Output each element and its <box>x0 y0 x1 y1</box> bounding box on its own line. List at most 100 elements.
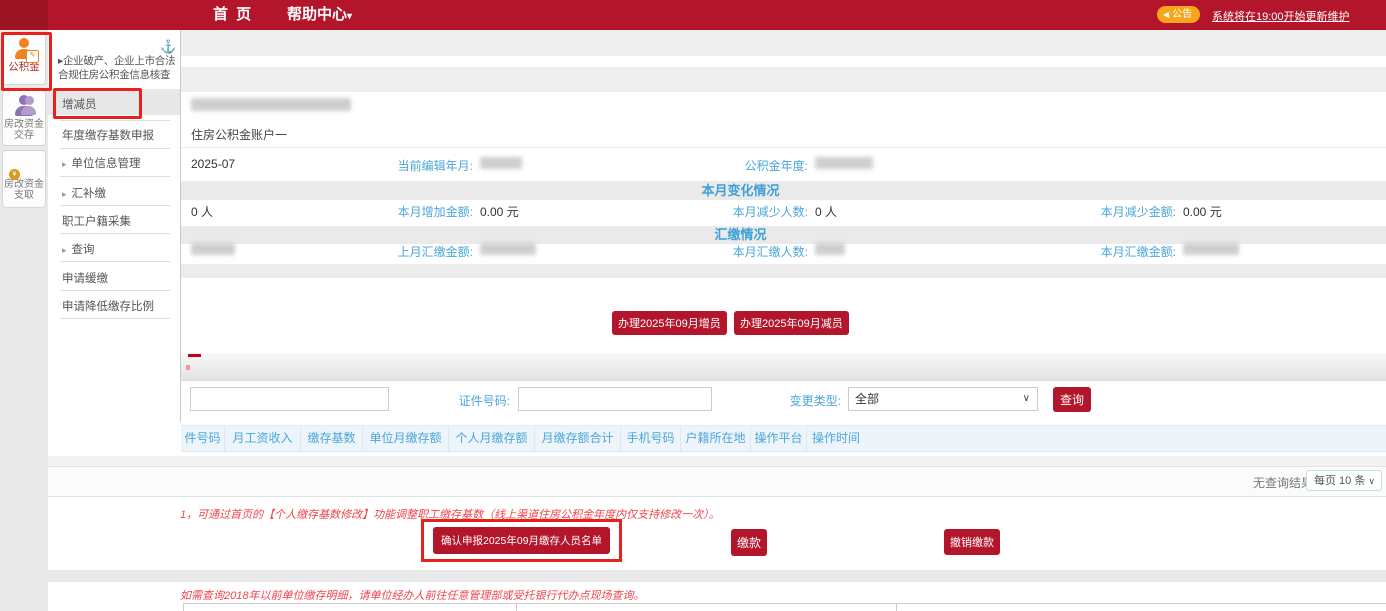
submenu-arrow-icon: ▸ <box>62 159 67 169</box>
pay-button[interactable]: 缴款 <box>731 529 767 556</box>
rail-item-label: 支取 <box>3 190 45 201</box>
change-type-label: 变更类型: <box>753 392 841 409</box>
month-remit-count-label: 本月汇缴人数: <box>720 243 808 260</box>
account-name-label: 住房公积金账户一 <box>191 126 287 143</box>
col-monthly-total: 月缴存额合计 <box>535 426 621 451</box>
notice-badge[interactable]: ◀公告 <box>1157 6 1200 23</box>
blurred-edit-month-value <box>480 157 522 169</box>
history-query-note: 如需查询2018年以前单位缴存明细，请单位经办人前往任意管理部或受托银行代办点现… <box>180 587 644 603</box>
page-header-band <box>0 30 1386 56</box>
section-title-band <box>0 67 1386 92</box>
col-id-number: 件号码 <box>181 426 225 451</box>
blurred-company-name <box>191 98 351 111</box>
menu-divider <box>60 176 170 177</box>
sidebar-item-defer-payment[interactable]: 申请缓缴 <box>62 270 108 286</box>
sidebar-item-query[interactable]: ▸查询 <box>62 241 95 257</box>
remove-member-button[interactable]: 办理2025年09月减员 <box>734 311 849 335</box>
coins-icon: ¥ <box>13 155 35 178</box>
rail-item-label: 交存 <box>3 130 45 141</box>
menu-divider <box>60 205 170 206</box>
remittance-section-title: 汇缴情况 <box>0 226 1386 244</box>
bottom-table-line <box>183 603 184 611</box>
app-window: 住房公积金账户一 2025-07 当前编辑年月: 公积金年度: 本月变化情况 0… <box>0 0 1386 611</box>
rail-item-label: 公积金 <box>3 62 45 73</box>
nav-home[interactable]: 首 页 <box>213 0 253 30</box>
submenu-arrow-icon: ▸ <box>62 189 67 199</box>
col-monthly-salary: 月工资收入 <box>225 426 301 451</box>
page-size-select[interactable]: 每页 10 条 ∨ <box>1306 470 1382 491</box>
change-type-value: 全部 <box>855 392 879 406</box>
col-deposit-base: 缴存基数 <box>301 426 363 451</box>
sidebar-item-zengjianyuan[interactable]: 增减员 <box>62 96 97 112</box>
bottom-table-line <box>516 603 517 611</box>
chevron-down-icon: ∨ <box>1368 471 1375 491</box>
no-results-text: 无查询结果 <box>1253 474 1313 491</box>
menu-divider <box>60 233 170 234</box>
query-button[interactable]: 查询 <box>1053 387 1091 412</box>
menu-divider <box>60 120 170 121</box>
hidden-col-value: 0 人 <box>191 203 213 220</box>
blurred-last-month-remit-value <box>480 243 536 255</box>
icon-rail: ✎ 公积金 房改资金 交存 ¥ 房改资金 支取 <box>0 30 48 611</box>
month-add-amount-label: 本月增加金额: <box>385 203 473 220</box>
cancel-pay-button[interactable]: 撤销缴款 <box>944 529 1000 555</box>
submenu-arrow-icon: ▸ <box>62 245 67 255</box>
add-member-button[interactable]: 办理2025年09月增员 <box>612 311 727 335</box>
required-mark <box>186 365 190 370</box>
rail-item-label: 房改资金 <box>3 179 45 190</box>
anchor-pin-icon[interactable]: ⚓ <box>160 39 176 55</box>
sidebar-item-household-collect[interactable]: 职工户籍采集 <box>62 213 131 229</box>
col-personal-monthly: 个人月缴存额 <box>449 426 535 451</box>
confirm-declare-button[interactable]: 确认申报2025年09月缴存人员名单 <box>433 527 610 554</box>
rail-item-fanggai-zhiqu[interactable]: ¥ 房改资金 支取 <box>2 150 46 208</box>
sidebar-item-lower-ratio[interactable]: 申请降低缴存比例 <box>62 298 154 314</box>
month-remit-amount-label: 本月汇缴金额: <box>1088 243 1176 260</box>
sidebar-item-unit-info[interactable]: ▸单位信息管理 <box>62 155 141 171</box>
flyout-menu-panel: ⚓ ▸企业破产、企业上市合法合规住房公积金信息核查 增减员 年度缴存基数申报 ▸… <box>48 30 181 422</box>
edit-month-label: 当前编辑年月: <box>385 157 473 174</box>
page-size-value: 每页 10 条 <box>1314 475 1365 487</box>
blurred-hidden-col-value <box>191 243 235 255</box>
tab-strip <box>0 353 1386 381</box>
coin-badge-icon: ¥ <box>9 169 20 180</box>
blurred-fund-year-value <box>815 157 873 169</box>
menu-divider <box>60 148 170 149</box>
last-month-remit-label: 上月汇缴金额: <box>385 243 473 260</box>
rail-item-fanggai-jiaocun[interactable]: 房改资金 交存 <box>2 90 46 146</box>
bottom-table-top-border <box>183 603 1386 604</box>
sidebar-item-annual-base[interactable]: 年度缴存基数申报 <box>62 127 154 143</box>
maintenance-notice-link[interactable]: 系统将在19:00开始更新维护 <box>1212 8 1350 24</box>
active-tab-underline <box>188 354 201 357</box>
col-op-time: 操作时间 <box>807 426 865 451</box>
table-header-row: 件号码 月工资收入 缴存基数 单位月缴存额 个人月缴存额 月缴存额合计 手机号码… <box>181 425 1386 452</box>
results-row: 无查询结果 每页 10 条 ∨ <box>48 466 1386 497</box>
id-number-input[interactable] <box>518 387 712 411</box>
spacer-band <box>48 456 1386 466</box>
menu-divider <box>60 290 170 291</box>
speaker-icon: ◀ <box>1163 10 1169 19</box>
header-corner <box>0 0 48 30</box>
sidebar-item-huibujiao[interactable]: ▸汇补缴 <box>62 185 106 201</box>
chevron-down-icon: ∨ <box>1023 388 1030 410</box>
col-household: 户籍所在地 <box>681 426 751 451</box>
col-phone: 手机号码 <box>621 426 681 451</box>
sidebar-item-enterprise-check[interactable]: ▸企业破产、企业上市合法合规住房公积金信息核查 <box>58 54 180 82</box>
footer-band <box>48 570 1386 582</box>
top-header-bar: 首 页 帮助中心▾ ◀公告 系统将在19:00开始更新维护 <box>0 0 1386 30</box>
month-reduce-count-value: 0 人 <box>815 203 837 220</box>
blurred-month-remit-count-value <box>815 243 845 255</box>
monthly-change-section-title: 本月变化情况 <box>0 181 1386 200</box>
col-unit-monthly: 单位月缴存额 <box>363 426 449 451</box>
nav-help-center[interactable]: 帮助中心▾ <box>287 0 352 30</box>
bottom-table-line <box>896 603 897 611</box>
month-reduce-amount-label: 本月减少金额: <box>1088 203 1176 220</box>
rail-item-gongjijin[interactable]: ✎ 公积金 <box>2 33 46 85</box>
chevron-down-icon: ▾ <box>347 11 352 22</box>
fund-year-label: 公积金年度: <box>720 157 808 174</box>
person-edit-icon: ✎ <box>13 38 35 61</box>
blurred-month-remit-amount-value <box>1183 243 1239 255</box>
name-input[interactable] <box>190 387 389 411</box>
divider <box>0 147 1386 148</box>
people-icon <box>13 95 35 118</box>
change-type-select[interactable]: 全部 ∨ <box>848 387 1038 411</box>
